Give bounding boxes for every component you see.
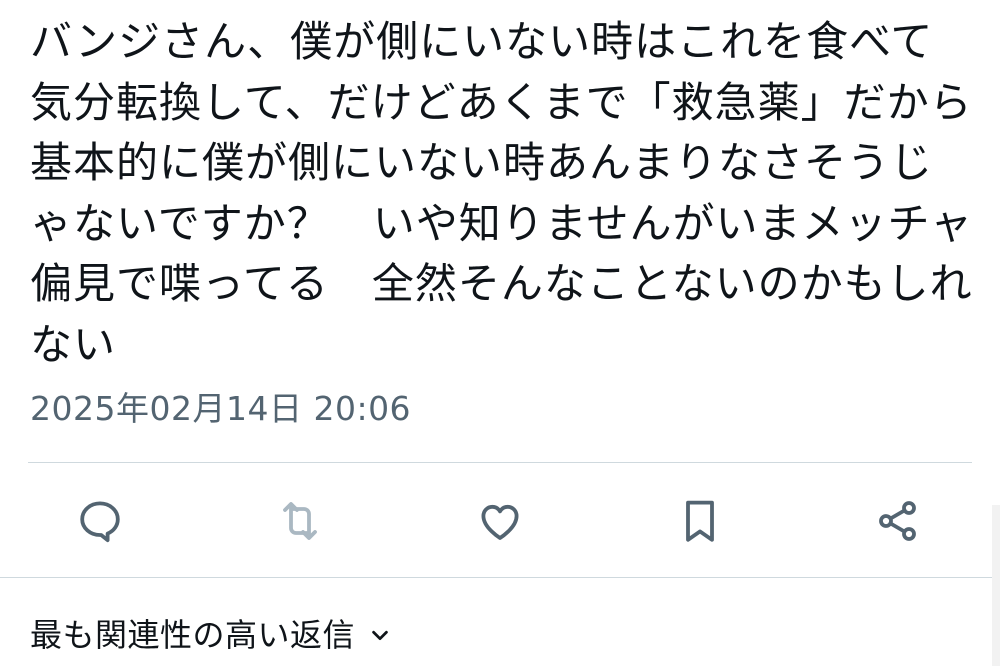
bookmark-button[interactable]: [676, 497, 724, 545]
tweet-text: バンジさん、僕が側にいない時はこれを食べて気分転換して、だけどあくまで「救急薬」…: [30, 17, 974, 369]
share-nodes-icon: [879, 501, 916, 541]
chevron-down-icon: [369, 624, 391, 646]
reply-sort-dropdown[interactable]: 最も関連性の高い返信: [30, 610, 391, 660]
divider: [0, 577, 1000, 578]
like-button[interactable]: [476, 497, 524, 545]
retweet-button[interactable]: [276, 497, 324, 545]
retweet-arrows-icon: [283, 502, 317, 540]
tweet-action-bar: [0, 463, 1000, 577]
bookmark-icon: [686, 500, 714, 542]
heart-icon: [481, 504, 519, 540]
share-button[interactable]: [874, 497, 922, 545]
speech-bubble-icon: [80, 501, 120, 543]
scrollbar[interactable]: [992, 505, 1000, 666]
reply-button[interactable]: [76, 497, 124, 545]
reply-sort-label: 最も関連性の高い返信: [30, 616, 356, 654]
tweet-timestamp[interactable]: 2025年02月14日 20:06: [30, 386, 411, 432]
